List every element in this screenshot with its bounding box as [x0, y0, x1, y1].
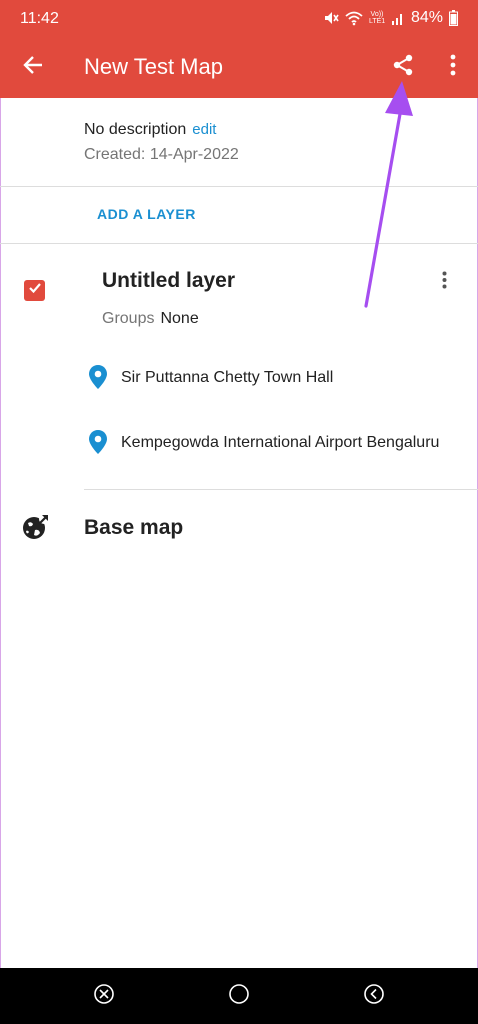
place-item[interactable]: Kempegowda International Airport Bengalu…: [86, 427, 470, 459]
globe-icon: [22, 513, 50, 541]
divider: [0, 243, 478, 244]
battery-icon: [449, 10, 458, 26]
back-button[interactable]: [14, 48, 52, 86]
layer-title[interactable]: Untitled layer: [102, 269, 235, 293]
wifi-icon: [345, 10, 363, 26]
edit-link[interactable]: edit: [192, 121, 216, 138]
groups-value: None: [160, 310, 199, 327]
add-layer-button[interactable]: ADD A LAYER: [97, 206, 196, 222]
signal-icon: [391, 11, 405, 25]
more-vert-icon: [442, 271, 447, 294]
screen-frame: [0, 0, 478, 1024]
created-date: Created: 14-Apr-2022: [84, 146, 239, 163]
back-arrow-icon: [22, 54, 44, 81]
place-label: Kempegowda International Airport Bengalu…: [121, 434, 440, 451]
back-nav-button[interactable]: [362, 983, 386, 1010]
layer-checkbox[interactable]: [24, 280, 45, 301]
battery-percent: 84%: [410, 9, 443, 26]
location-pin-icon: [88, 429, 108, 455]
recents-icon: [93, 983, 115, 1010]
divider: [0, 186, 478, 187]
base-map-label[interactable]: Base map: [84, 516, 183, 540]
map-description: No description edit: [84, 121, 216, 139]
more-vert-icon: [450, 54, 456, 81]
share-button[interactable]: [384, 48, 422, 86]
place-label: Sir Puttanna Chetty Town Hall: [121, 369, 334, 386]
share-icon: [391, 53, 415, 82]
status-icons: Vo)) LTE1 84%: [323, 8, 458, 28]
volte-label: Vo)) LTE1: [368, 11, 386, 25]
description-text: No description: [84, 121, 187, 138]
home-button[interactable]: [227, 983, 251, 1010]
more-options-button[interactable]: [434, 48, 472, 86]
location-pin-icon: [88, 364, 108, 390]
back-icon: [363, 983, 385, 1010]
app-bar: New Test Map: [0, 36, 478, 98]
checkmark-icon: [28, 281, 42, 300]
divider: [84, 489, 478, 490]
layer-options-button[interactable]: [432, 270, 456, 294]
status-bar: 11:42 Vo)) LTE1 84%: [0, 0, 478, 36]
mute-icon: [323, 10, 339, 26]
place-item[interactable]: Sir Puttanna Chetty Town Hall: [86, 362, 470, 394]
layer-groups: Groups None: [102, 310, 199, 328]
navigation-bar: [0, 968, 478, 1024]
page-title: New Test Map: [84, 54, 223, 79]
status-time: 11:42: [20, 10, 59, 27]
recents-button[interactable]: [92, 983, 116, 1010]
home-icon: [228, 983, 250, 1010]
groups-label: Groups: [102, 310, 155, 327]
